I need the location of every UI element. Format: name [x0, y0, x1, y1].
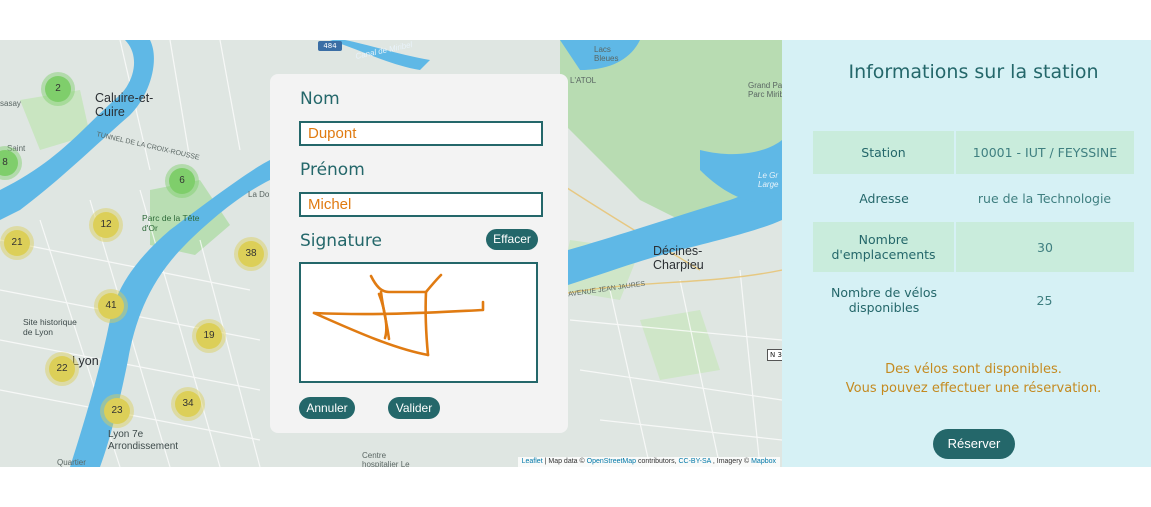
station-cluster[interactable]: 2 [45, 76, 71, 102]
nom-input[interactable]: Dupont [299, 121, 543, 146]
map-label-parc: Parc de la Tête d'Or [142, 213, 200, 233]
signature-canvas[interactable] [299, 262, 538, 383]
effacer-button[interactable]: Effacer [486, 229, 538, 250]
station-info-panel: Informations sur la station Station 1000… [782, 40, 1151, 467]
road-shield-n3: N 3 [767, 349, 782, 361]
signature-label: Signature [300, 231, 383, 251]
row-value: 30 [955, 222, 1134, 272]
row-key: Adresse [859, 190, 909, 206]
map-label-lacs: Lacs Bleues [594, 45, 619, 64]
panel-title: Informations sur la station [848, 61, 1099, 83]
map-label-la-do: La Do [248, 190, 270, 199]
availability-line: Vous pouvez effectuer une réservation. [845, 381, 1102, 396]
annuler-button[interactable]: Annuler [299, 397, 355, 419]
road-shield-a484: 484 [318, 41, 342, 51]
row-key: Nombre d'emplacements [813, 222, 956, 272]
reserver-button[interactable]: Réserver [933, 429, 1015, 459]
row-value: rue de la Technologie [977, 190, 1112, 206]
license-link[interactable]: CC-BY-SA [678, 458, 710, 465]
table-row: Adresse rue de la Technologie [813, 174, 1134, 222]
station-cluster[interactable]: 23 [104, 398, 130, 424]
attribution-text: , Imagery © [712, 458, 750, 465]
table-row: Station 10001 - IUT / FEYSSINE [813, 131, 1134, 174]
map-attribution: Leaflet | Map data © OpenStreetMap contr… [517, 457, 780, 467]
valider-button[interactable]: Valider [388, 397, 440, 419]
table-row: Nombre de vélos disponibles 25 [813, 272, 1134, 328]
station-cluster[interactable]: 12 [93, 212, 119, 238]
map-label-latol: L'ATOL [570, 76, 597, 85]
reservation-modal: Nom Dupont Prénom Michel Signature Effac… [270, 74, 568, 433]
map-label-sasay: sasay [0, 99, 21, 108]
prenom-label: Prénom [300, 160, 365, 180]
map-label-caluire: Caluire-et- Cuire [95, 91, 154, 120]
map-label-grand-parc: Grand Pa Parc Miribel-J [748, 81, 782, 100]
attribution-text: contributors, [638, 458, 677, 465]
station-cluster[interactable]: 34 [175, 391, 201, 417]
availability-message: Des vélos sont disponibles. Vous pouvez … [782, 360, 1151, 398]
row-value: 25 [1036, 292, 1053, 308]
nom-label: Nom [300, 89, 340, 109]
map-label-lyon: Lyon [72, 354, 99, 368]
availability-line: Des vélos sont disponibles. [885, 362, 1062, 377]
osm-link[interactable]: OpenStreetMap [587, 458, 636, 465]
prenom-input[interactable]: Michel [299, 192, 543, 217]
station-cluster[interactable]: 22 [49, 356, 75, 382]
station-cluster[interactable]: 6 [169, 168, 195, 194]
map-label-lyon7: Lyon 7e Arrondissement [108, 429, 179, 452]
signature-drawing [312, 273, 485, 357]
table-row: Nombre d'emplacements 30 [813, 222, 1134, 272]
station-info-table: Station 10001 - IUT / FEYSSINE Adresse r… [813, 131, 1134, 328]
map-label-grand-large: Le Gr Large [758, 171, 779, 190]
row-key: Nombre de vélos disponibles [831, 285, 937, 315]
station-cluster[interactable]: 38 [238, 241, 264, 267]
row-value: 10001 - IUT / FEYSSINE [955, 131, 1134, 174]
station-cluster[interactable]: 41 [98, 293, 124, 319]
map-label-quartier: Quartier [57, 458, 86, 467]
map-label-decines: Décines- Charpieu [653, 244, 704, 273]
leaflet-link[interactable]: Leaflet [522, 458, 543, 465]
station-cluster[interactable]: 19 [196, 323, 222, 349]
map-label-centre: Centre hospitalier Le [362, 451, 410, 467]
mapbox-link[interactable]: Mapbox [751, 458, 776, 465]
map-label-site: Site historique de Lyon [23, 317, 77, 337]
station-cluster[interactable]: 21 [4, 230, 30, 256]
attribution-text: | Map data © [544, 458, 585, 465]
row-key: Station [813, 131, 956, 174]
